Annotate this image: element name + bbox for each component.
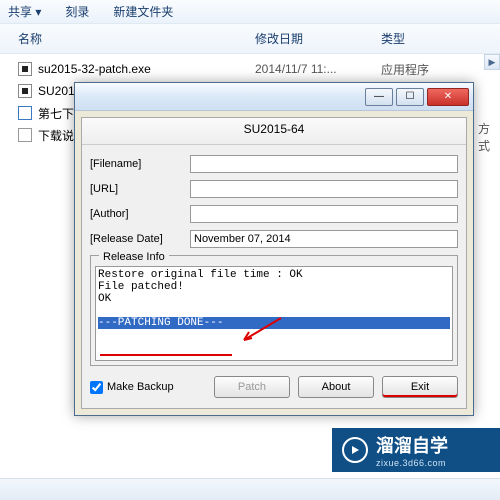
release-info-legend: Release Info [99, 251, 169, 263]
toolbar-newfolder[interactable]: 新建文件夹 [113, 3, 173, 20]
file-row[interactable]: su2015-32-patch.exe 2014/11/7 11:... 应用程… [0, 58, 500, 80]
exe-icon [18, 84, 32, 98]
file-date: 2014/11/7 11:... [255, 62, 381, 76]
release-line[interactable]: File patched! [98, 281, 450, 293]
patch-button[interactable]: Patch [214, 376, 290, 398]
play-icon [342, 437, 368, 463]
explorer-toolbar: 共享 ▾ 刻录 新建文件夹 [0, 0, 500, 24]
make-backup-text: Make Backup [107, 381, 174, 393]
shortcut-icon [18, 106, 32, 120]
release-info-box[interactable]: Restore original file time : OKFile patc… [95, 266, 453, 361]
author-label: [Author] [90, 208, 190, 220]
about-button[interactable]: About [298, 376, 374, 398]
release-info-group: Release Info Restore original file time … [90, 255, 458, 366]
maximize-button[interactable]: ☐ [396, 88, 424, 106]
patch-dialog: — ☐ ✕ SU2015-64 [Filename] [URL] [Author… [74, 82, 474, 416]
toolbar-share[interactable]: 共享 ▾ [8, 3, 41, 20]
dialog-title: SU2015-64 [82, 118, 466, 145]
titlebar[interactable]: — ☐ ✕ [75, 83, 473, 111]
filename-input[interactable] [190, 155, 458, 173]
column-headers: 名称 修改日期 类型 [0, 24, 500, 54]
exit-button[interactable]: Exit [382, 376, 458, 398]
dialog-body: SU2015-64 [Filename] [URL] [Author] [Rel… [81, 117, 467, 409]
release-date-input[interactable] [190, 230, 458, 248]
col-date[interactable]: 修改日期 [255, 30, 381, 47]
close-button[interactable]: ✕ [427, 88, 469, 106]
url-label: [URL] [90, 183, 190, 195]
toolbar-burn[interactable]: 刻录 [65, 3, 89, 20]
col-type[interactable]: 类型 [381, 30, 500, 47]
release-line[interactable]: ---PATCHING DONE--- [98, 317, 450, 329]
status-bar [0, 478, 500, 500]
make-backup-checkbox[interactable] [90, 381, 103, 394]
header-scroll-right-icon[interactable]: ▶ [484, 54, 500, 70]
url-input[interactable] [190, 180, 458, 198]
filename-label: [Filename] [90, 158, 190, 170]
col-name[interactable]: 名称 [0, 30, 255, 47]
watermark: 溜溜自学 zixue.3d66.com [332, 428, 500, 472]
file-type: 应用程序 [381, 61, 500, 78]
release-line[interactable] [98, 305, 450, 317]
watermark-sub: zixue.3d66.com [376, 458, 448, 468]
make-backup-label[interactable]: Make Backup [90, 381, 206, 394]
release-line[interactable]: Restore original file time : OK [98, 269, 450, 281]
minimize-button[interactable]: — [365, 88, 393, 106]
exe-icon [18, 62, 32, 76]
text-icon [18, 128, 32, 142]
file-name: su2015-32-patch.exe [38, 62, 151, 76]
author-input[interactable] [190, 205, 458, 223]
release-date-label: [Release Date] [90, 233, 190, 245]
peek-text: 方式 [478, 120, 500, 154]
release-line[interactable]: OK [98, 293, 450, 305]
watermark-brand: 溜溜自学 [376, 436, 448, 456]
